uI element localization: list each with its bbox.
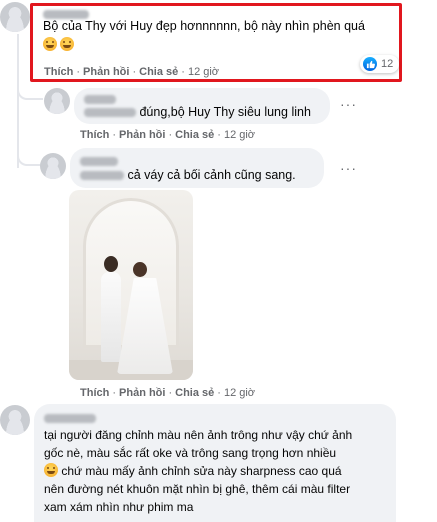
comment-text-line: gốc nè, màu sắc rất oke và trông sang tr… — [44, 446, 337, 460]
comment-bubble: đúng,bộ Huy Thy siêu lung linh — [74, 88, 330, 124]
comment-text: Bộ của Thy với Huy đẹp hơnnnnnn, bộ này … — [43, 19, 365, 33]
share-link[interactable]: Chia sẻ — [139, 66, 178, 78]
like-link[interactable]: Thích — [80, 387, 109, 399]
timestamp[interactable]: 12 giờ — [188, 66, 219, 78]
comment-text-line: tại người đăng chỉnh màu nên ảnh trông n… — [44, 428, 353, 442]
comment-actions: Thích · Phản hồi · Chia sẻ · 12 giờ — [80, 387, 256, 399]
reaction-count: 12 — [381, 58, 394, 70]
comment-bubble: tại người đăng chỉnh màu nên ảnh trông n… — [34, 404, 396, 522]
comment-actions: Thích · Phản hồi · Chia sẻ · 12 giờ — [80, 129, 256, 141]
comment-text-line: chứ màu mấy ảnh chỉnh sửa này sharpness … — [61, 464, 342, 478]
like-link[interactable]: Thích — [44, 66, 73, 78]
commenter-avatar[interactable] — [0, 405, 30, 435]
commenter-avatar[interactable] — [0, 2, 30, 32]
like-link[interactable]: Thích — [80, 129, 109, 141]
sweat-smile-emoji — [44, 463, 58, 477]
groom-figure-head — [104, 256, 118, 272]
commenter-name-blurred[interactable] — [44, 414, 96, 424]
timestamp[interactable]: 12 giờ — [224, 387, 255, 399]
groom-figure — [101, 272, 121, 362]
tagged-name-blurred[interactable] — [80, 171, 124, 181]
more-options-icon[interactable]: ··· — [340, 160, 357, 176]
comment-bubble: cả váy cả bối cảnh cũng sang. — [70, 148, 324, 188]
comment-actions: Thích · Phản hồi · Chia sẻ · 12 giờ — [44, 66, 220, 78]
comment-text-line: xam xám nhìn như phim ma — [44, 500, 194, 514]
comment-text: cả váy cả bối cảnh cũng sang. — [127, 168, 296, 182]
comment-text: tại người đăng chỉnh màu nên ảnh trông n… — [44, 426, 352, 516]
share-link[interactable]: Chia sẻ — [175, 387, 214, 399]
commenter-avatar[interactable] — [40, 153, 66, 179]
comment-emojis — [43, 37, 75, 54]
commenter-name-blurred[interactable] — [84, 95, 116, 105]
reply-link[interactable]: Phản hồi — [119, 129, 165, 141]
comment-text-line: nên đường nét khuôn mặt nhìn bị ghê, thê… — [44, 482, 351, 496]
tagged-name-blurred[interactable] — [84, 108, 136, 118]
reaction-summary[interactable]: 12 — [360, 55, 400, 73]
laughing-crying-emoji — [43, 37, 57, 51]
reply-connector — [17, 82, 43, 100]
wedding-photo[interactable] — [69, 190, 193, 380]
timestamp[interactable]: 12 giờ — [224, 129, 255, 141]
commenter-name-blurred[interactable] — [80, 157, 118, 167]
comment-bubble: Bộ của Thy với Huy đẹp hơnnnnnn, bộ này … — [36, 6, 398, 60]
like-icon — [363, 57, 377, 71]
reply-link[interactable]: Phản hồi — [83, 66, 129, 78]
bride-figure-head — [133, 262, 147, 277]
reply-link[interactable]: Phản hồi — [119, 387, 165, 399]
more-options-icon[interactable]: ··· — [340, 96, 357, 112]
commenter-avatar[interactable] — [44, 88, 70, 114]
comment-text: đúng,bộ Huy Thy siêu lung linh — [139, 105, 311, 119]
share-link[interactable]: Chia sẻ — [175, 129, 214, 141]
laughing-crying-emoji — [60, 37, 75, 51]
